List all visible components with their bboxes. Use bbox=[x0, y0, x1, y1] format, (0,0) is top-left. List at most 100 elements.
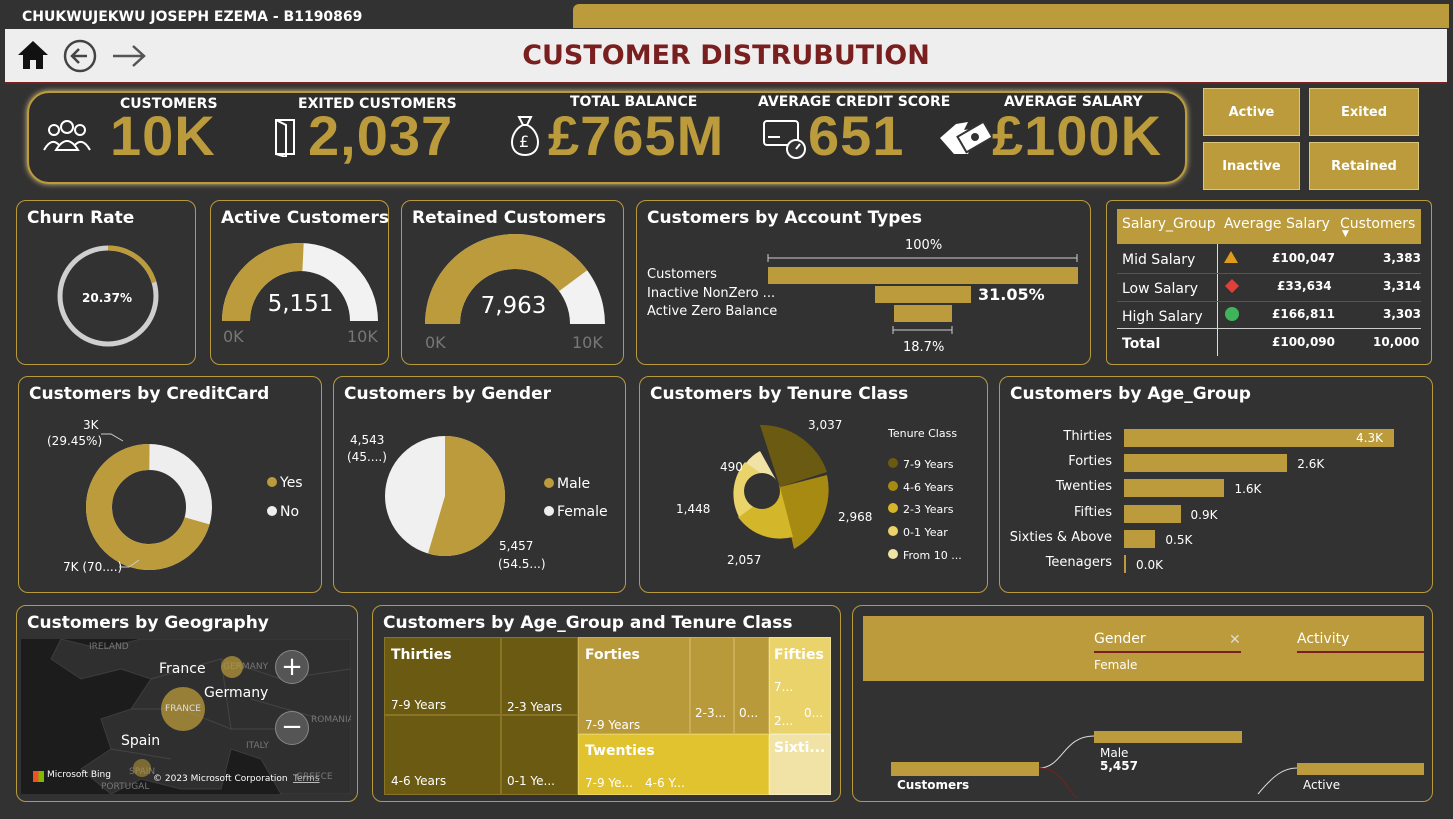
decomp-root-bar[interactable] bbox=[891, 762, 1039, 776]
sort-desc-icon[interactable]: ▼ bbox=[1342, 229, 1349, 239]
germany-bubble[interactable] bbox=[221, 656, 243, 678]
france-bubble[interactable]: FRANCE bbox=[161, 687, 205, 731]
terms-link[interactable]: Terms bbox=[293, 774, 320, 784]
churn-rate-card: Churn Rate 20.37% bbox=[16, 200, 196, 365]
funnel-bottom-bracket bbox=[892, 326, 953, 334]
legend-male-label: Male bbox=[557, 476, 591, 492]
close-icon[interactable]: ✕ bbox=[1229, 632, 1241, 648]
salary-col-group[interactable]: Salary_Group bbox=[1122, 216, 1216, 232]
tenure-card: Customers by Tenure Class 3,037 2,968 2,… bbox=[639, 376, 988, 593]
age-bar-label: Sixties & Above bbox=[1009, 529, 1112, 545]
decomp-gender-header[interactable]: Gender bbox=[1094, 631, 1146, 647]
legend-item[interactable]: 0-1 Year bbox=[888, 522, 962, 545]
leader-line bbox=[119, 559, 140, 568]
kpi-credit-value: 651 bbox=[808, 104, 905, 167]
top-accent-bar bbox=[573, 4, 1449, 28]
age-bar[interactable] bbox=[1124, 504, 1181, 523]
salary-table-card: Salary_Group Average Salary Customers ▼ … bbox=[1106, 200, 1432, 365]
age-bar[interactable] bbox=[1124, 479, 1225, 498]
inactive-button[interactable]: Inactive bbox=[1203, 142, 1300, 190]
funnel-top-label: 100% bbox=[905, 238, 943, 253]
row-customers: 3,383 bbox=[1383, 251, 1421, 265]
age-bar[interactable] bbox=[1124, 429, 1394, 447]
cell-label: 2... bbox=[774, 714, 794, 728]
treemap-cell[interactable]: Forties 7-9 Years bbox=[578, 637, 690, 734]
legend-item[interactable]: 4-6 Years bbox=[888, 477, 962, 500]
gender-female-count: 4,543 bbox=[350, 433, 385, 447]
treemap-cell[interactable]: Sixti... bbox=[769, 734, 831, 795]
row-customers: 3,303 bbox=[1383, 307, 1421, 321]
zoom-out-button[interactable]: − bbox=[275, 711, 309, 745]
money-bag-icon: £ bbox=[505, 113, 545, 163]
treemap-cell[interactable]: 2-3 Years bbox=[501, 637, 578, 715]
cell-label: 0-1 Ye... bbox=[507, 774, 555, 788]
legend-male[interactable]: Male bbox=[544, 476, 590, 492]
total-customers: 10,000 bbox=[1373, 335, 1420, 349]
legend-yes[interactable]: Yes bbox=[267, 475, 303, 491]
decomp-activity-header[interactable]: Activity bbox=[1297, 631, 1349, 647]
age-bar[interactable] bbox=[1124, 555, 1126, 573]
country-spain: Spain bbox=[121, 733, 161, 749]
tenure-label-7-9: 3,037 bbox=[808, 418, 843, 432]
exited-button[interactable]: Exited bbox=[1309, 88, 1419, 136]
legend-female-label: Female bbox=[557, 504, 608, 520]
retained-customers-value: 7,963 bbox=[480, 293, 547, 319]
cell-label: 0... bbox=[804, 706, 824, 720]
funnel-top-bracket bbox=[767, 254, 1078, 262]
spain-bubble[interactable] bbox=[133, 759, 151, 777]
cell-label: 4-6 Years bbox=[391, 774, 447, 788]
owner-label: CHUKWUJEKWU JOSEPH EZEMA - B1190869 bbox=[22, 9, 363, 25]
funnel-bar-active-zero bbox=[894, 305, 952, 322]
treemap-title: Customers by Age_Group and Tenure Class bbox=[383, 613, 793, 633]
salary-col-customers[interactable]: Customers bbox=[1340, 216, 1415, 232]
active-gauge-max: 10K bbox=[347, 327, 378, 346]
row-avg: £100,047 bbox=[1272, 251, 1336, 265]
age-bar[interactable] bbox=[1124, 454, 1288, 473]
tenure-label-4-6: 2,968 bbox=[838, 510, 873, 524]
account-types-card: Customers by Account Types 100% Customer… bbox=[636, 200, 1091, 365]
legend-female[interactable]: Female bbox=[544, 504, 608, 520]
age-bar[interactable] bbox=[1124, 529, 1156, 548]
treemap-cell[interactable]: Twenties 7-9 Ye... 4-6 Y... bbox=[578, 734, 769, 795]
salary-col-avg[interactable]: Average Salary bbox=[1224, 216, 1330, 232]
map-canvas[interactable]: IRELAND GERMANY ROMANIA ITALY SPAIN PORT… bbox=[21, 639, 351, 794]
kpi-salary-value: £100K bbox=[992, 104, 1163, 167]
active-button[interactable]: Active bbox=[1203, 88, 1300, 136]
credit-card-icon bbox=[762, 117, 810, 165]
decomp-active-label: Active bbox=[1303, 778, 1341, 792]
creditcard-card: Customers by CreditCard 3K (29.45%) 7K (… bbox=[18, 376, 322, 593]
legend-item[interactable]: 7-9 Years bbox=[888, 454, 962, 477]
decomp-active-bar[interactable] bbox=[1297, 763, 1424, 775]
creditcard-donut bbox=[86, 444, 212, 570]
triangle-icon bbox=[1224, 251, 1238, 263]
legend-no[interactable]: No bbox=[267, 504, 299, 520]
age-bar-value: 0.5K bbox=[1165, 532, 1193, 547]
map-copyright: © 2023 Microsoft Corporation bbox=[153, 774, 288, 784]
treemap-cell[interactable]: 4-6 Years bbox=[384, 715, 501, 795]
treemap: Thirties 7-9 Years 2-3 Years 4-6 Years 0-… bbox=[384, 637, 831, 795]
age-bar-value: 4.3K bbox=[1356, 431, 1383, 445]
gender-pie bbox=[385, 436, 505, 556]
legend-item[interactable]: From 10 ... bbox=[888, 545, 962, 568]
treemap-cell[interactable]: 0... bbox=[734, 637, 769, 734]
treemap-cell[interactable]: Fifties 7... 2... 0... bbox=[769, 637, 831, 734]
cell-label: 2-3... bbox=[695, 706, 727, 720]
account-types-title: Customers by Account Types bbox=[647, 208, 923, 228]
legend-item[interactable]: 2-3 Years bbox=[888, 499, 962, 522]
row-group: High Salary bbox=[1122, 309, 1203, 325]
geography-title: Customers by Geography bbox=[27, 613, 269, 633]
cell-label: Forties bbox=[585, 647, 640, 663]
treemap-cell[interactable]: 0-1 Ye... bbox=[501, 715, 578, 795]
header-bar: CUSTOMER DISTRUBUTION bbox=[5, 29, 1447, 84]
treemap-cell[interactable]: 2-3... bbox=[690, 637, 734, 734]
retained-button[interactable]: Retained bbox=[1309, 142, 1419, 190]
zoom-in-button[interactable]: + bbox=[275, 650, 309, 684]
funnel-label-active-zero: Active Zero Balance bbox=[647, 304, 778, 319]
treemap-cell[interactable]: Thirties 7-9 Years bbox=[384, 637, 501, 715]
cell-label: 0... bbox=[739, 706, 759, 720]
funnel-bar-customers bbox=[768, 267, 1078, 284]
decomp-male-bar[interactable] bbox=[1094, 731, 1242, 743]
age-bar-label: Teenagers bbox=[1045, 555, 1112, 570]
decomp-male-value: 5,457 bbox=[1100, 759, 1138, 773]
decomp-root-label: Customers bbox=[897, 778, 970, 792]
